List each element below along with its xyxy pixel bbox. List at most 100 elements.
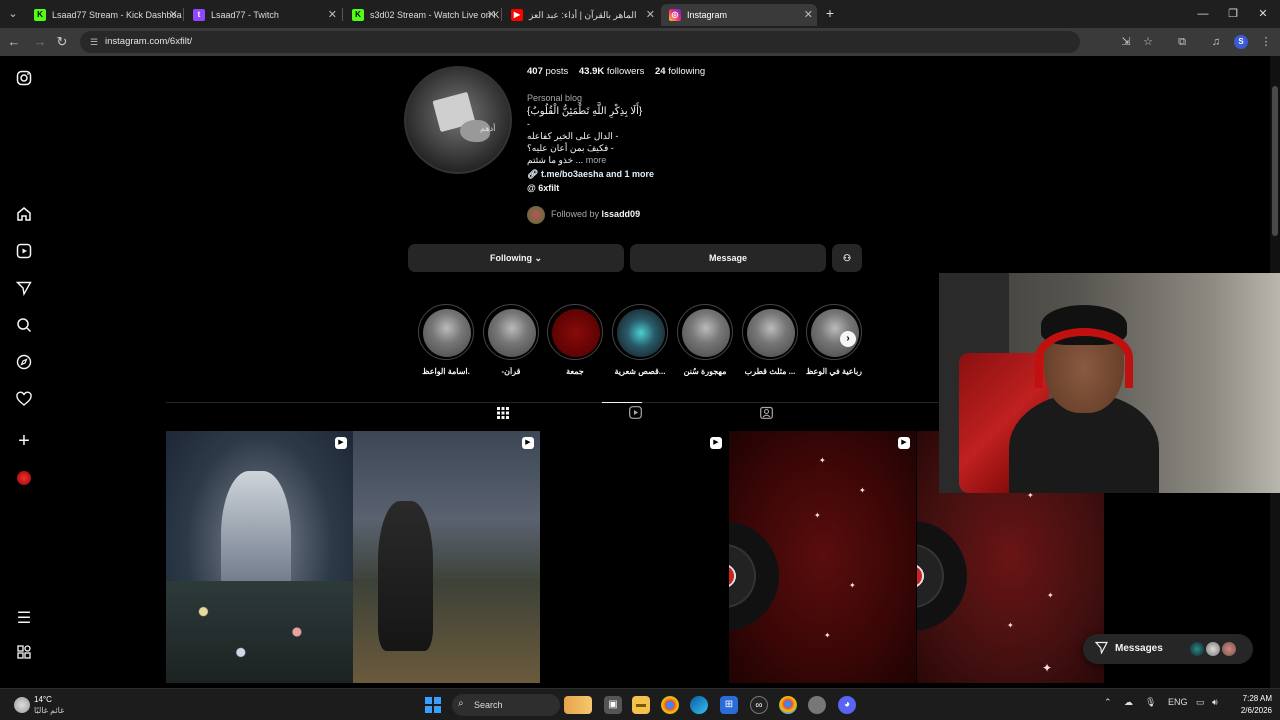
forward-icon[interactable]: → xyxy=(32,34,48,50)
chrome-active-icon[interactable] xyxy=(779,696,797,714)
kick-icon: K xyxy=(352,9,364,21)
minimize-icon[interactable]: — xyxy=(1188,0,1218,28)
highlight-item[interactable]: قصص شعرية... xyxy=(610,304,670,384)
profile-avatar-small[interactable] xyxy=(12,466,36,490)
reels-tab-icon[interactable] xyxy=(625,405,645,425)
new-tab-icon[interactable]: + xyxy=(822,5,838,21)
language-indicator[interactable]: ENG xyxy=(1168,697,1188,707)
posts-grid-icon[interactable] xyxy=(493,405,513,425)
chevron-up-icon[interactable]: ⌃ xyxy=(1104,697,1112,708)
task-view-icon[interactable]: ▣ xyxy=(604,696,622,714)
install-app-icon[interactable]: ⇲ xyxy=(1118,34,1134,50)
discord-icon[interactable]: ◕ xyxy=(838,696,856,714)
close-icon[interactable]: ✕ xyxy=(328,4,337,26)
tab-kick-dashboard[interactable]: K Lsaad77 Stream - Kick Dashboa ✕ xyxy=(26,4,182,26)
site-info-icon[interactable]: ☰ xyxy=(88,36,100,48)
profile-avatar[interactable]: أدهم xyxy=(404,66,512,174)
close-icon[interactable]: ✕ xyxy=(169,4,178,26)
post-thumbnail[interactable]: ▶ xyxy=(166,431,353,683)
explore-compass-icon[interactable] xyxy=(12,354,36,378)
bio-more-link[interactable]: more xyxy=(586,155,607,165)
url-text[interactable]: instagram.com/6xfilt/ xyxy=(105,31,192,53)
threads-handle[interactable]: 6xfilt xyxy=(538,183,559,193)
obs-icon[interactable] xyxy=(808,696,826,714)
highlight-item[interactable]: مهجورة سُنن xyxy=(675,304,735,384)
post-thumbnail[interactable]: ▶ xyxy=(353,431,540,683)
suggest-people-button[interactable]: ⚇ xyxy=(832,244,862,272)
heart-icon[interactable] xyxy=(12,391,36,415)
microphone-icon[interactable]: 🎙︎ xyxy=(1145,697,1156,708)
profile-avatar-icon[interactable]: S xyxy=(1234,35,1248,49)
profile-link-text[interactable]: t.me/bo3aesha and 1 more xyxy=(541,169,654,179)
followers-stat[interactable]: 43.9K followers xyxy=(579,66,645,77)
highlight-item[interactable]: جمعة xyxy=(545,304,605,384)
close-icon[interactable]: ✕ xyxy=(646,4,655,26)
messages-label: Messages xyxy=(1115,643,1163,654)
highlight-item[interactable]: مثلث قطرب ... xyxy=(740,304,800,384)
volume-icon[interactable]: 🔊︎ xyxy=(1212,697,1218,708)
headphones-image xyxy=(1035,328,1133,388)
highlight-item[interactable]: -قرآن xyxy=(481,304,541,384)
back-icon[interactable]: ← xyxy=(6,34,22,50)
tab-instagram[interactable]: ◎ Instagram ✕ xyxy=(661,4,817,26)
highlight-item[interactable]: رباعية في الوعظ xyxy=(804,304,864,384)
following-count: 24 xyxy=(655,66,666,77)
file-explorer-icon[interactable]: ▬ xyxy=(632,696,650,714)
app-icon[interactable]: ∞ xyxy=(750,696,768,714)
bookmark-star-icon[interactable]: ☆ xyxy=(1140,34,1156,50)
weather-widget[interactable]: 14°C غائم غالبًا xyxy=(14,693,94,717)
store-icon[interactable]: ⊞ xyxy=(720,696,738,714)
post-knight-image xyxy=(378,501,433,651)
search-icon[interactable] xyxy=(12,317,36,341)
home-icon[interactable] xyxy=(12,206,36,230)
restore-icon[interactable]: ❐ xyxy=(1218,0,1248,28)
reload-icon[interactable]: ↻ xyxy=(54,34,70,50)
meta-apps-icon[interactable] xyxy=(12,644,36,668)
following-button[interactable]: Following ⌄ xyxy=(408,244,624,272)
windows-start-icon[interactable] xyxy=(425,697,441,713)
tab-search-chevron-icon[interactable]: ⌄ xyxy=(4,5,22,23)
network-icon[interactable]: ▭ xyxy=(1196,697,1205,708)
highlight-ring xyxy=(677,304,733,360)
post-thumbnail[interactable]: ▶ xyxy=(541,431,728,683)
system-clock[interactable]: 7:28 AM 2/6/2026 xyxy=(1226,693,1272,717)
profile-link[interactable]: 🔗︎ t.me/bo3aesha and 1 more xyxy=(527,169,654,180)
close-icon[interactable]: ✕ xyxy=(487,4,496,26)
media-control-icon[interactable]: ♫ xyxy=(1208,34,1224,50)
followers-label: followers xyxy=(606,66,645,77)
direct-send-icon[interactable] xyxy=(12,280,36,304)
posts-label: posts xyxy=(545,66,569,77)
chrome-icon[interactable] xyxy=(661,696,679,714)
webcam-overlay xyxy=(939,273,1280,493)
extensions-icon[interactable]: ⧉ xyxy=(1174,34,1190,50)
threads-icon: @ xyxy=(527,183,536,193)
post-thumbnail[interactable]: ✦ ✦ ✦ ✦ ✦ ▶ xyxy=(729,431,916,683)
close-icon[interactable]: ✕ xyxy=(804,4,813,26)
instagram-logo-icon[interactable] xyxy=(12,70,36,94)
follower-avatar xyxy=(527,206,545,224)
onedrive-icon[interactable]: ☁ xyxy=(1124,697,1133,708)
tab-youtube[interactable]: ▶ الماهر بالقرآن | أداء: عبد العز ✕ xyxy=(503,4,659,26)
tagged-tab-icon[interactable] xyxy=(756,405,776,425)
taskbar-search[interactable]: ⌕ Search xyxy=(452,694,560,716)
threads-link[interactable]: @ 6xfilt xyxy=(527,183,559,193)
highlight-ring xyxy=(418,304,474,360)
close-window-icon[interactable]: ✕ xyxy=(1248,0,1278,28)
tab-kick-stream[interactable]: K s3d02 Stream - Watch Live on K ✕ xyxy=(344,4,500,26)
widgets-icon[interactable] xyxy=(564,696,592,714)
more-menu-icon[interactable]: ☰ xyxy=(12,607,36,631)
avatar-signature: أدهم xyxy=(480,124,496,133)
following-stat[interactable]: 24 following xyxy=(655,66,705,77)
reels-icon[interactable] xyxy=(12,243,36,267)
scrollbar-thumb[interactable] xyxy=(1272,86,1278,236)
clock-date: 2/6/2026 xyxy=(1240,706,1272,715)
messages-button[interactable]: Messages xyxy=(1083,634,1253,664)
address-bar[interactable]: ☰ instagram.com/6xfilt/ xyxy=(80,31,1080,53)
tab-twitch[interactable]: t Lsaad77 - Twitch ✕ xyxy=(185,4,341,26)
create-plus-icon[interactable]: + xyxy=(12,429,36,453)
message-button[interactable]: Message xyxy=(630,244,826,272)
chevron-right-icon[interactable]: › xyxy=(840,331,856,347)
highlight-item[interactable]: اسامة الواعظ. xyxy=(416,304,476,384)
menu-dots-icon[interactable]: ⋮ xyxy=(1258,34,1274,50)
edge-icon[interactable] xyxy=(690,696,708,714)
